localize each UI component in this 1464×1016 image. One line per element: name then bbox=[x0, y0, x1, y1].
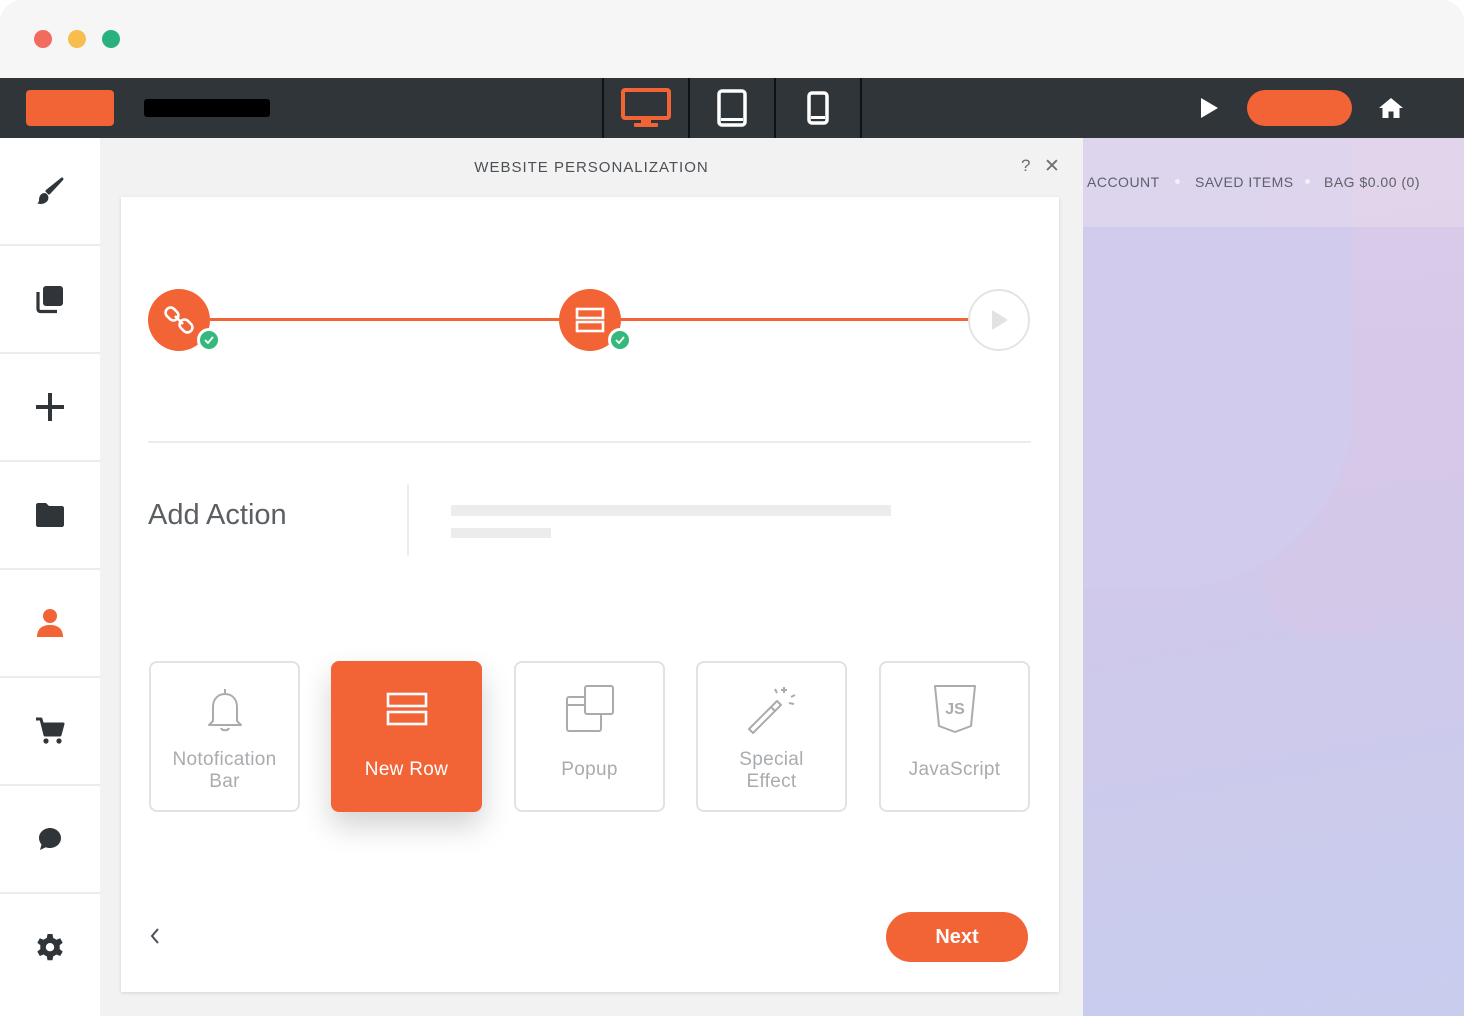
desktop-icon bbox=[621, 88, 671, 127]
home-button[interactable] bbox=[1374, 92, 1408, 124]
description-placeholder-line bbox=[451, 505, 891, 516]
close-button[interactable]: ✕ bbox=[1044, 155, 1060, 178]
help-button[interactable]: ? bbox=[1021, 156, 1030, 176]
rows-icon bbox=[386, 692, 427, 726]
nav-link-saved-items[interactable]: SAVED ITEMS bbox=[1195, 174, 1294, 190]
action-special-effect[interactable]: Special Effect bbox=[696, 661, 847, 812]
window-titlebar bbox=[0, 0, 1464, 78]
action-new-row[interactable]: New Row bbox=[331, 661, 482, 812]
sidebar-item-personalization[interactable] bbox=[0, 570, 100, 678]
js-icon: JS bbox=[933, 685, 976, 733]
mobile-icon bbox=[807, 91, 829, 125]
action-label: New Row bbox=[364, 759, 449, 780]
nav-separator bbox=[1305, 179, 1310, 184]
next-button[interactable]: Next bbox=[886, 912, 1028, 962]
play-icon bbox=[1201, 98, 1218, 118]
sidebar-item-design[interactable] bbox=[0, 138, 100, 246]
sidebar-item-add[interactable] bbox=[0, 354, 100, 462]
panel-title: WEBSITE PERSONALIZATION bbox=[474, 159, 709, 176]
action-label: Bar bbox=[209, 771, 240, 792]
popup-icon bbox=[565, 685, 614, 732]
chevron-left-icon bbox=[150, 928, 159, 944]
device-switcher bbox=[602, 78, 862, 138]
step-action-check-icon bbox=[608, 328, 632, 352]
paintbrush-icon bbox=[37, 177, 64, 204]
preview-nav-bar: ACCOUNT SAVED ITEMS BAG $0.00 (0) bbox=[1083, 138, 1464, 227]
action-javascript[interactable]: JS JavaScript bbox=[879, 661, 1030, 812]
action-popup[interactable]: Popup bbox=[514, 661, 665, 812]
back-button[interactable] bbox=[145, 924, 165, 948]
site-name-redacted bbox=[144, 99, 270, 117]
wizard-card: Add Action Notofication Bar New Row Popu… bbox=[121, 197, 1059, 992]
section-divider bbox=[148, 441, 1031, 443]
nav-link-bag[interactable]: BAG $0.00 (0) bbox=[1324, 174, 1420, 190]
action-label: Effect bbox=[746, 771, 797, 792]
action-label: JavaScript bbox=[908, 759, 1001, 780]
play-icon bbox=[992, 310, 1008, 330]
sidebar-item-chat[interactable] bbox=[0, 786, 100, 894]
home-icon bbox=[1379, 98, 1403, 118]
tablet-icon bbox=[717, 89, 747, 127]
sidebar-item-commerce[interactable] bbox=[0, 678, 100, 786]
preview-play-button[interactable] bbox=[1192, 92, 1226, 124]
magic-wand-icon bbox=[747, 687, 795, 734]
rows-icon bbox=[575, 307, 605, 333]
sidebar-item-pages[interactable] bbox=[0, 246, 100, 354]
window-minimize-control[interactable] bbox=[68, 30, 86, 48]
action-notification-bar[interactable]: Notofication Bar bbox=[149, 661, 300, 812]
sidebar-item-files[interactable] bbox=[0, 462, 100, 570]
step-publish[interactable] bbox=[968, 289, 1030, 351]
nav-separator bbox=[1175, 179, 1180, 184]
step-connector-2 bbox=[620, 318, 980, 321]
section-title: Add Action bbox=[148, 499, 287, 531]
site-preview: ACCOUNT SAVED ITEMS BAG $0.00 (0) bbox=[1083, 138, 1464, 1016]
link-icon bbox=[164, 306, 194, 334]
editor-toolbar bbox=[0, 78, 1464, 138]
app-window: WEBSITE PERSONALIZATION ? ✕ Add Action N… bbox=[0, 0, 1464, 1016]
publish-button[interactable] bbox=[1247, 90, 1352, 126]
step-connector-1 bbox=[210, 318, 590, 321]
section-vertical-divider bbox=[407, 484, 409, 556]
layers-icon bbox=[36, 286, 63, 314]
cart-icon bbox=[36, 717, 65, 744]
sidebar-item-settings[interactable] bbox=[0, 894, 100, 1002]
step-trigger-check-icon bbox=[197, 328, 221, 352]
chat-icon bbox=[39, 828, 61, 850]
window-maximize-control[interactable] bbox=[102, 30, 120, 48]
plus-icon bbox=[36, 393, 64, 421]
action-label: Popup bbox=[561, 759, 618, 780]
svg-text:JS: JS bbox=[945, 701, 965, 718]
description-placeholder-line bbox=[451, 528, 551, 538]
action-label: Special bbox=[739, 749, 804, 770]
brand-logo[interactable] bbox=[26, 90, 114, 126]
gear-icon bbox=[37, 934, 63, 961]
person-icon bbox=[37, 609, 63, 637]
nav-link-account[interactable]: ACCOUNT bbox=[1087, 174, 1160, 190]
left-sidebar bbox=[0, 138, 100, 1016]
action-label: Notofication bbox=[172, 749, 277, 770]
mobile-view-button[interactable] bbox=[776, 78, 862, 138]
window-close-control[interactable] bbox=[34, 30, 52, 48]
personalization-panel: WEBSITE PERSONALIZATION ? ✕ Add Action N… bbox=[100, 138, 1083, 1016]
desktop-view-button[interactable] bbox=[604, 78, 690, 138]
tablet-view-button[interactable] bbox=[690, 78, 776, 138]
folder-icon bbox=[36, 503, 64, 527]
bell-icon bbox=[207, 689, 242, 732]
